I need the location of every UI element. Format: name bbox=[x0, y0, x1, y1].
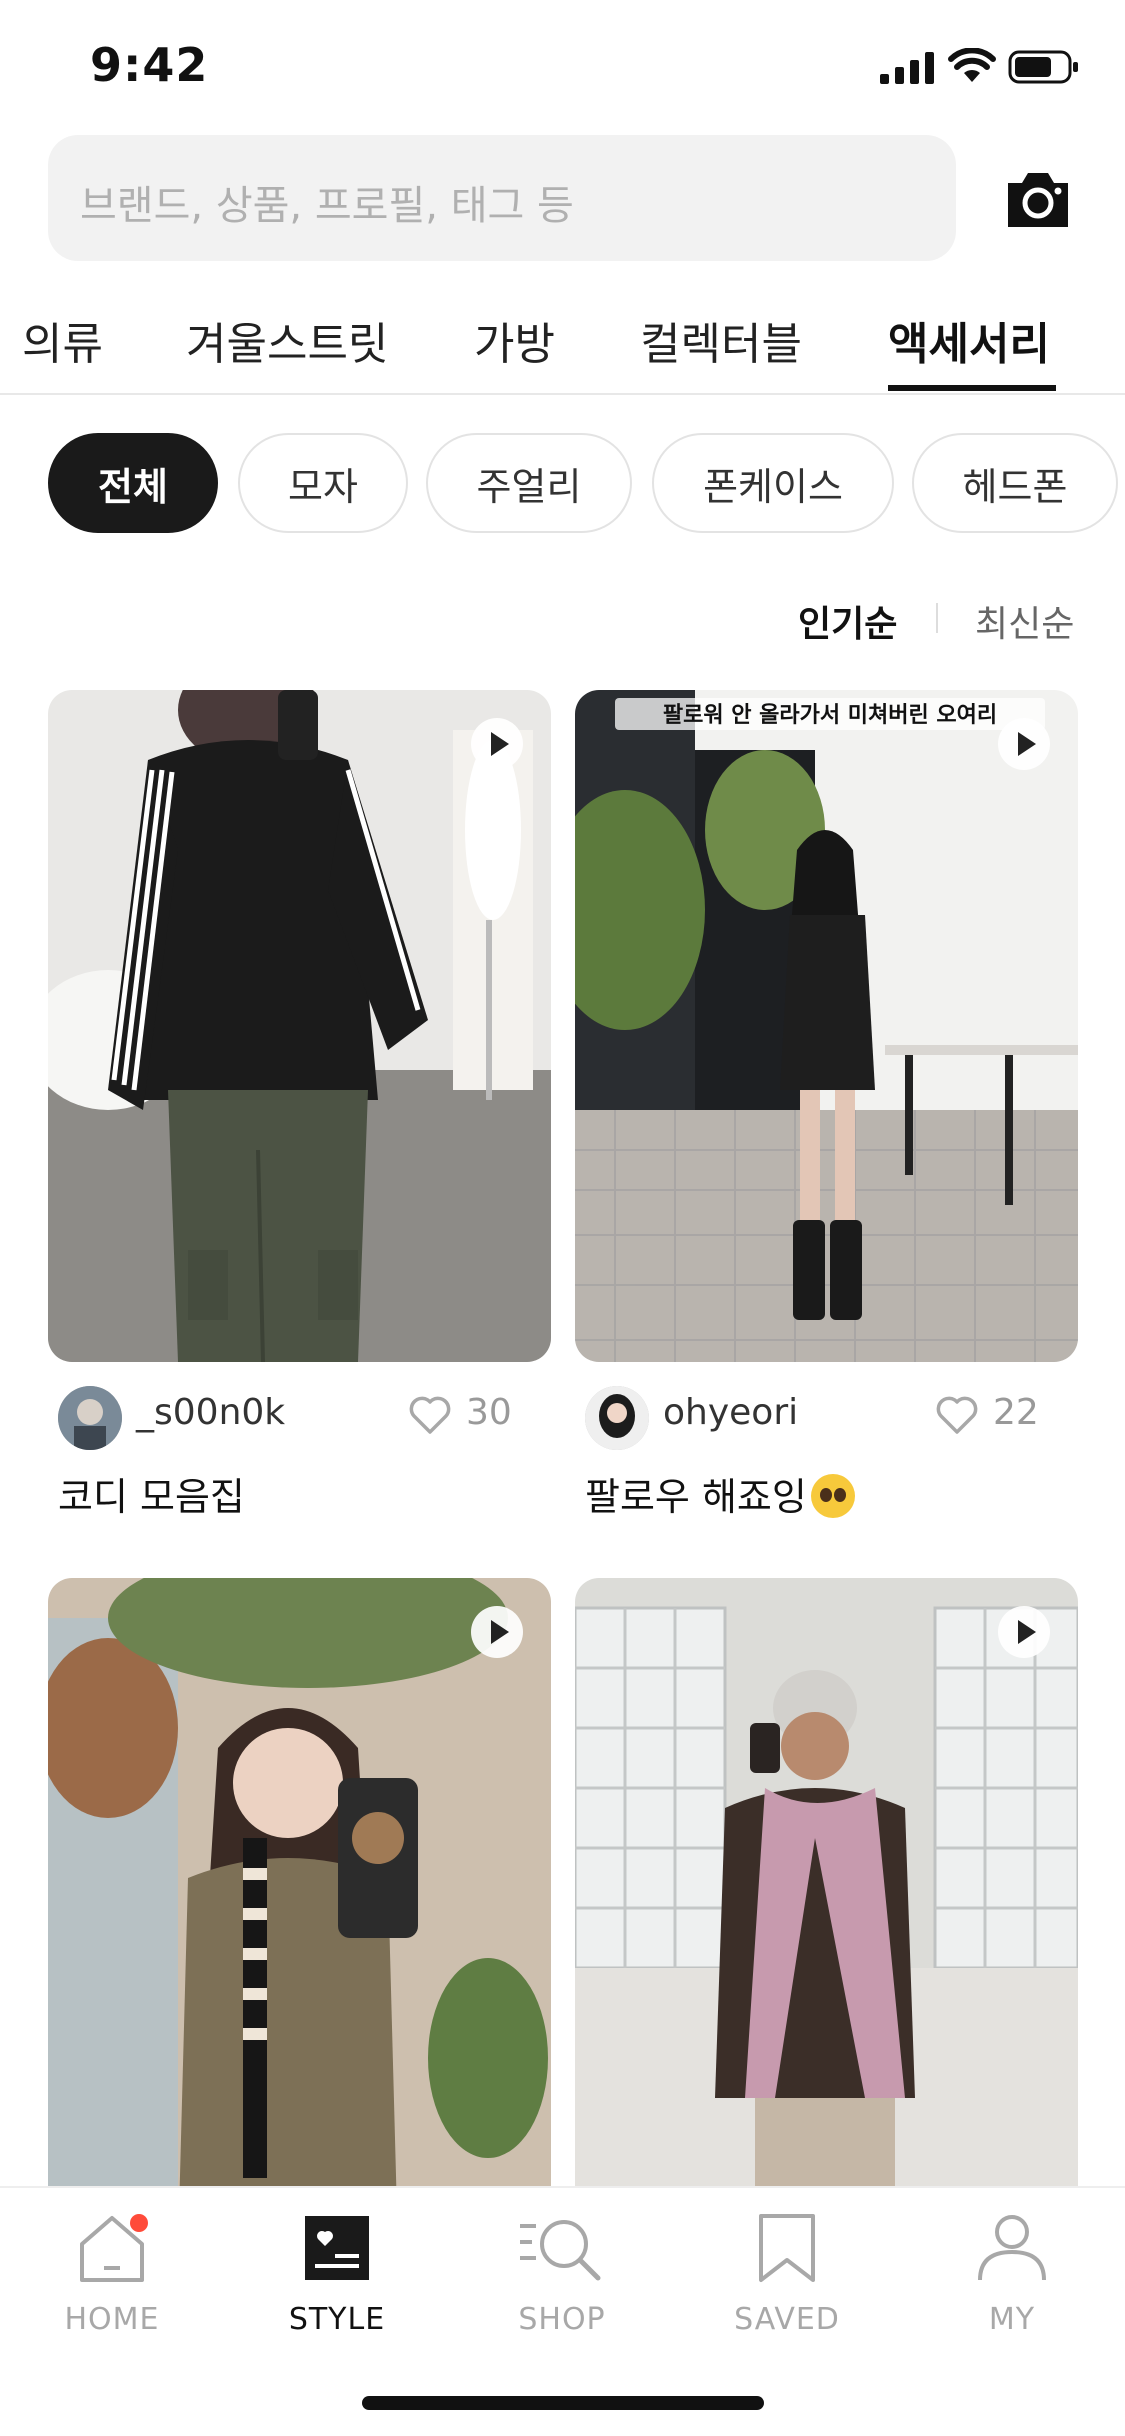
cellular-signal-icon bbox=[880, 52, 934, 84]
avatar[interactable] bbox=[585, 1386, 649, 1450]
tab-collectibles[interactable]: 컬렉터블 bbox=[640, 308, 802, 372]
nav-home[interactable]: HOME bbox=[32, 2208, 192, 2337]
status-bar: 9:42 bbox=[0, 0, 1125, 130]
outfit-photo bbox=[575, 1578, 1078, 2250]
tab-bags[interactable]: 가방 bbox=[474, 308, 555, 372]
filter-chips: 전체 모자 주얼리 폰케이스 헤드폰 bbox=[0, 433, 1125, 533]
outfit-photo: 팔로워 안 올라가서 미쳐버린 오여리 bbox=[575, 690, 1078, 1362]
bookmark-icon bbox=[759, 2214, 815, 2282]
sort-divider bbox=[936, 603, 938, 633]
nav-label: MY bbox=[988, 2302, 1036, 2337]
nav-label: HOME bbox=[64, 2302, 160, 2337]
nav-label: SAVED bbox=[734, 2302, 840, 2337]
post-title: 팔로우 해죠잉 bbox=[585, 1475, 807, 1519]
nav-saved[interactable]: SAVED bbox=[707, 2208, 867, 2337]
chip-all[interactable]: 전체 bbox=[48, 433, 218, 533]
tab-winter-street[interactable]: 겨울스트릿 bbox=[186, 308, 388, 372]
overlay-caption: 팔로워 안 올라가서 미쳐버린 오여리 bbox=[663, 703, 997, 728]
post-title[interactable]: 코디 모음집 bbox=[58, 1466, 245, 1521]
play-icon bbox=[471, 1606, 523, 1658]
wifi-icon bbox=[948, 48, 996, 82]
nav-style[interactable]: STYLE bbox=[257, 2208, 417, 2337]
feed-card-image[interactable] bbox=[48, 690, 551, 1362]
profile-icon bbox=[978, 2215, 1046, 2281]
outfit-photo bbox=[48, 690, 551, 1362]
username[interactable]: ohyeori bbox=[663, 1392, 798, 1433]
avatar[interactable] bbox=[58, 1386, 122, 1450]
nav-shop[interactable]: SHOP bbox=[482, 2208, 642, 2337]
nav-label: SHOP bbox=[518, 2302, 606, 2337]
tab-clothing[interactable]: 의류 bbox=[22, 308, 103, 372]
category-tabs: 의류 겨울스트릿 가방 컬렉터블 액세서리 bbox=[0, 290, 1125, 395]
nav-label: STYLE bbox=[288, 2302, 386, 2337]
home-indicator bbox=[362, 2396, 764, 2410]
play-icon bbox=[998, 718, 1050, 770]
feed-card-image[interactable] bbox=[575, 1578, 1078, 2250]
play-icon bbox=[471, 718, 523, 770]
style-icon bbox=[305, 2216, 369, 2280]
post-title-wrap[interactable]: 팔로우 해죠잉 bbox=[585, 1466, 855, 1521]
shop-search-icon bbox=[520, 2220, 601, 2281]
status-time: 9:42 bbox=[90, 38, 209, 92]
search-row: 브랜드, 상품, 프로필, 태그 등 bbox=[0, 135, 1125, 261]
chip-hats[interactable]: 모자 bbox=[238, 433, 408, 533]
username[interactable]: _s00n0k bbox=[136, 1392, 285, 1433]
camera-icon[interactable] bbox=[1002, 163, 1074, 235]
search-placeholder: 브랜드, 상품, 프로필, 태그 등 bbox=[80, 183, 574, 229]
sort-popular[interactable]: 인기순 bbox=[798, 595, 897, 647]
notification-badge bbox=[130, 2214, 148, 2232]
feed-card-image[interactable] bbox=[48, 1578, 551, 2250]
like-count: 22 bbox=[993, 1392, 1039, 1433]
outfit-photo bbox=[48, 1578, 551, 2250]
search-input[interactable]: 브랜드, 상품, 프로필, 태그 등 bbox=[48, 135, 956, 261]
like-count: 30 bbox=[466, 1392, 512, 1433]
battery-icon bbox=[1008, 50, 1078, 84]
feed-card-image[interactable]: 팔로워 안 올라가서 미쳐버린 오여리 bbox=[575, 690, 1078, 1362]
nav-my[interactable]: MY bbox=[932, 2208, 1092, 2337]
pleading-face-icon bbox=[810, 1474, 855, 1518]
play-icon bbox=[998, 1606, 1050, 1658]
chip-jewelry[interactable]: 주얼리 bbox=[426, 433, 632, 533]
active-tab-indicator bbox=[888, 385, 1056, 391]
chip-phone-cases[interactable]: 폰케이스 bbox=[652, 433, 894, 533]
heart-icon[interactable] bbox=[933, 1390, 981, 1438]
tab-accessories[interactable]: 액세서리 bbox=[888, 308, 1050, 372]
sort-latest[interactable]: 최신순 bbox=[975, 595, 1074, 647]
chip-headphones[interactable]: 헤드폰 bbox=[912, 433, 1118, 533]
heart-icon[interactable] bbox=[406, 1390, 454, 1438]
